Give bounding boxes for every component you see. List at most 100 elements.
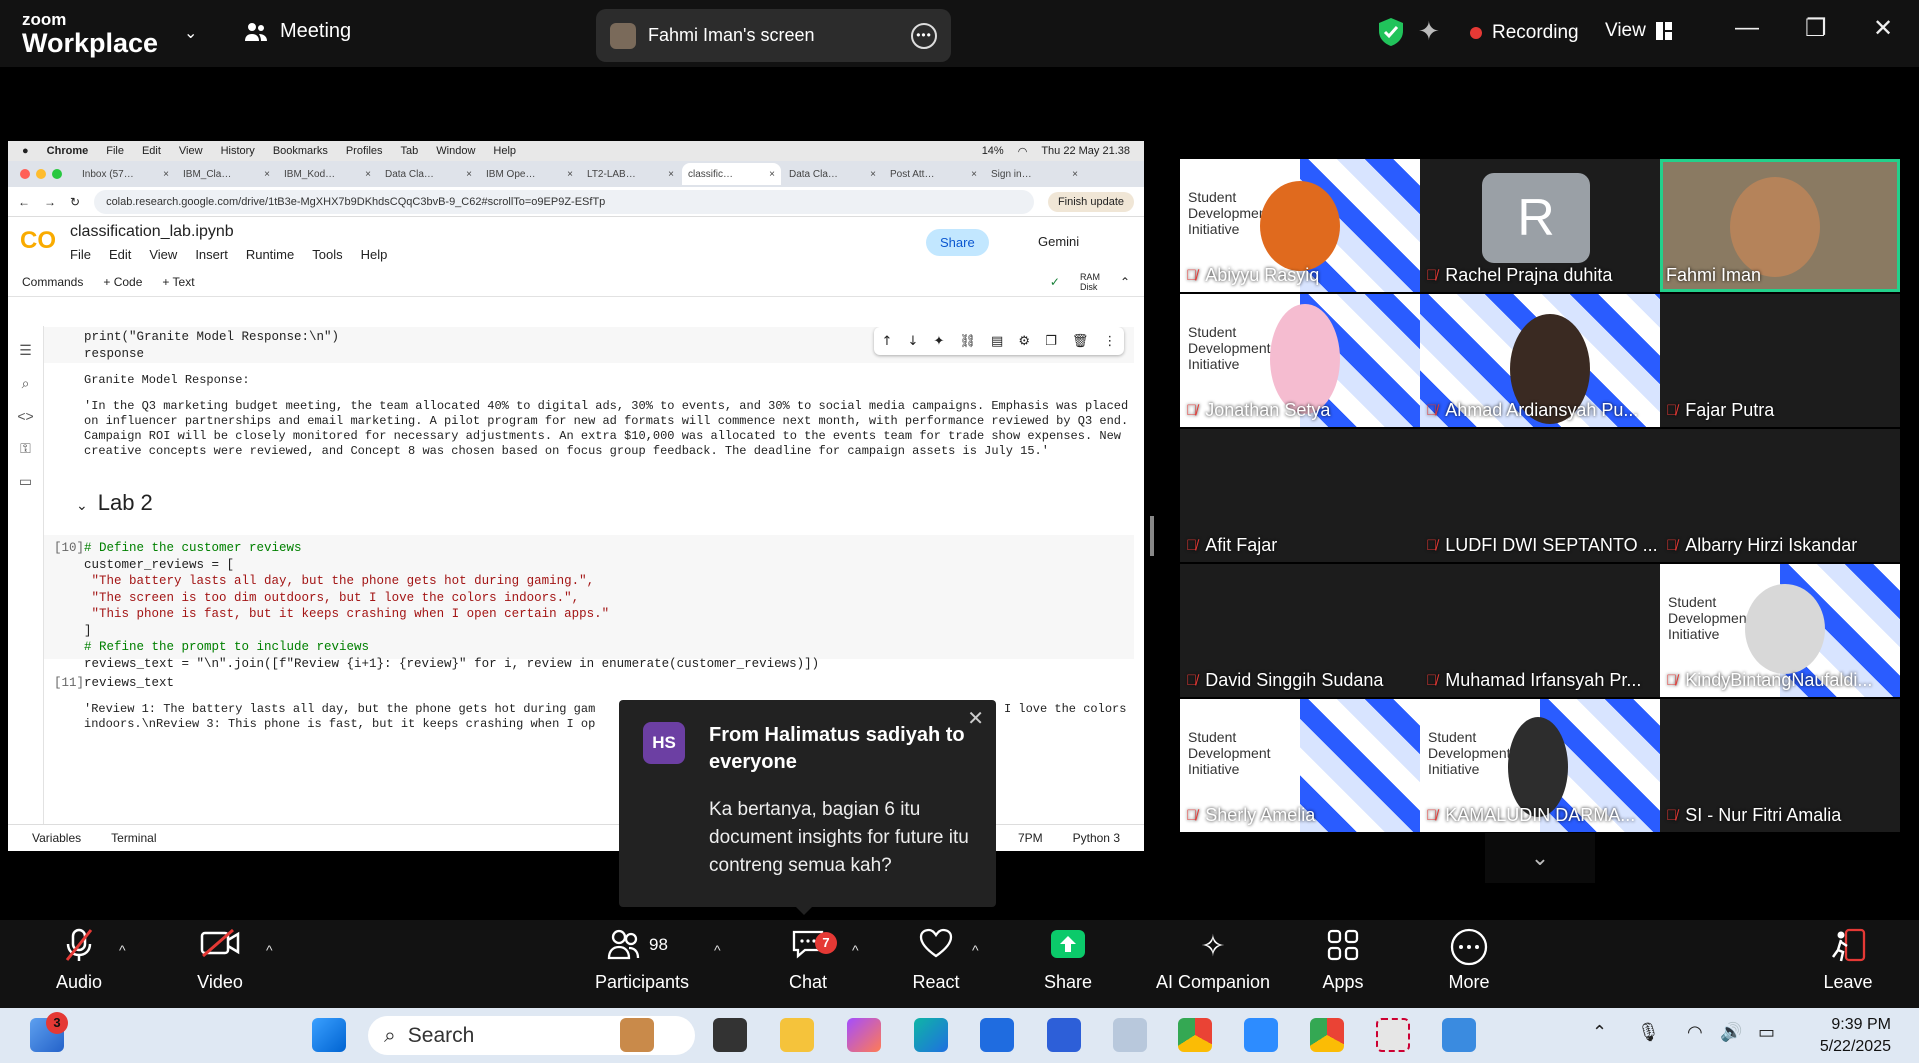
participants-options-caret-icon[interactable]: ^ [714,942,721,958]
mic-muted-icon: 🎙̸ [1186,402,1198,419]
video-options-caret-icon[interactable]: ^ [266,942,273,958]
apps-button[interactable]: Apps [1318,928,1368,993]
audio-button[interactable]: Audio [50,928,108,993]
battery-tray-icon[interactable]: ▭ [1758,1022,1775,1043]
mic-muted-icon: 🎙̸ [1666,672,1678,689]
participant-name: 🎙̸ LUDFI DWI SEPTANTO ... [1426,535,1658,556]
taskbar-clock[interactable]: 9:39 PM 5/22/2025 [1820,1014,1891,1058]
link-icon: ⛓ [959,333,976,349]
calculator-icon[interactable] [1113,1018,1147,1052]
colab-menu-item: File [70,247,91,262]
colab-menu-item: Runtime [245,247,295,262]
participant-tile[interactable]: 🎙̸ SI - Nur Fitri Amalia [1660,699,1900,832]
share-button[interactable]: Share [1043,928,1093,993]
volume-tray-icon[interactable]: 🔊 [1720,1022,1742,1043]
notification-message: Ka bertanya, bagian 6 itu document insig… [709,799,969,876]
view-button[interactable]: View [1605,20,1672,42]
tray-overflow-icon[interactable]: ⌃ [1592,1022,1607,1043]
name-label: David Singgih Sudana [1205,670,1384,690]
store-icon[interactable] [980,1018,1014,1052]
fox-avatar [1260,181,1340,271]
file-explorer-icon[interactable] [780,1018,814,1052]
participant-tile[interactable]: 🎙̸ Albarry Hirzi Iskandar [1660,429,1900,562]
windows-taskbar: 3 ⌕ Search ⌃ 🎙 ◠ 🔊 ▭ 9:39 PM 5/22/2025 [0,1008,1919,1063]
mic-tray-icon[interactable]: 🎙 [1637,1022,1660,1043]
copilot-icon[interactable] [847,1018,881,1052]
participant-name: 🎙̸ Sherly Amelia [1186,805,1315,826]
menu-window: Window [436,145,476,157]
chat-options-caret-icon[interactable]: ^ [852,942,859,958]
video-face [1730,177,1820,277]
leave-button[interactable]: Leave [1820,928,1876,993]
participant-tile[interactable]: Student Development Initiative 🎙̸ Sherly … [1180,699,1420,832]
chat-label: Chat [788,972,828,992]
vscode-icon[interactable] [1047,1018,1081,1052]
leave-label: Leave [1823,972,1873,992]
wifi-icon: ◠ [1017,145,1028,158]
participant-tile[interactable]: Student Development Initiative 🎙̸ Abiyyu … [1180,159,1420,292]
colab-menu-item: Tools [312,247,343,262]
participant-tile[interactable]: 🎙̸ Ahmad Ardiansyah Pu... [1420,294,1660,427]
video-button[interactable]: Video [190,928,250,993]
react-button[interactable]: React [910,928,962,993]
participant-tile[interactable]: Student Development Initiative 🎙̸ KindyBi… [1660,564,1900,697]
output-text: 'In the Q3 marketing budget meeting, the… [84,399,1129,458]
mic-muted-icon: 🎙̸ [1186,267,1198,284]
participant-tile[interactable]: 🎙̸ Afit Fajar [1180,429,1420,562]
close-icon[interactable]: ✕ [1873,14,1893,43]
participant-tile[interactable]: 🎙̸ Muhamad Irfansyah Pr... [1420,564,1660,697]
wifi-tray-icon[interactable]: ◠ [1687,1022,1703,1043]
participant-tile[interactable]: 🎙̸ David Singgih Sudana [1180,564,1420,697]
participant-name: Fahmi Iman [1666,265,1761,286]
shield-check-icon[interactable] [1378,17,1404,47]
photos-icon[interactable] [1442,1018,1476,1052]
collapse-icon: ⌃ [1119,274,1130,289]
audio-options-caret-icon[interactable]: ^ [119,942,126,958]
participant-tile[interactable]: R 🎙̸ Rachel Prajna duhita [1420,159,1660,292]
ai-companion-button[interactable]: ✧ AI Companion [1153,928,1273,993]
toast-tail [795,906,813,915]
apple-icon: ● [22,145,29,157]
name-label: Rachel Prajna duhita [1445,265,1613,285]
more-button[interactable]: More [1444,928,1494,993]
start-windows-icon[interactable] [312,1018,346,1052]
edge-browser-icon[interactable] [914,1018,948,1052]
participant-tile[interactable]: 🎙̸ LUDFI DWI SEPTANTO ... [1420,429,1660,562]
close-icon[interactable]: ✕ [967,706,984,731]
shared-screen-pill[interactable]: Fahmi Iman's screen ••• [596,9,951,62]
participant-tile[interactable]: 🎙̸ Fajar Putra [1660,294,1900,427]
chrome-toolbar: ← → ↻ colab.research.google.com/drive/1t… [8,187,1144,217]
meeting-menu[interactable]: Meeting [244,20,351,43]
brand-big: Workplace [22,28,159,58]
zoom-app-icon[interactable] [1244,1018,1278,1052]
more-options-icon[interactable]: ••• [911,22,937,49]
terminal-app-icon[interactable] [713,1018,747,1052]
gallery-scroll-down-icon[interactable]: ⌄ [1485,833,1595,883]
chevron-down-icon[interactable]: ⌄ [184,23,197,43]
chrome-profile-icon[interactable] [1310,1018,1344,1052]
settings-icon: ⚙ [1018,333,1031,349]
react-options-caret-icon[interactable]: ^ [972,942,979,958]
participant-tile-active-speaker[interactable]: Fahmi Iman [1660,159,1900,292]
tab-label: IBM_Kod… [284,168,336,180]
recording-indicator[interactable]: Recording [1470,22,1579,44]
output-line: indoors.\nReview 3: This phone is fast, … [84,717,596,731]
participant-name: 🎙̸ Muhamad Irfansyah Pr... [1426,670,1641,691]
battery-level: 14% [981,144,1004,157]
splitter-handle[interactable] [1150,516,1154,556]
snipping-tool-icon[interactable] [1376,1018,1410,1052]
colab-menu-item: Help [360,247,388,262]
minimize-icon[interactable]: — [1735,14,1759,42]
ai-sparkle-icon[interactable]: ✦ [1418,16,1440,47]
key-icon: ⚿ [20,440,31,456]
participants-button[interactable]: 98 Participants [590,928,694,993]
participant-tile[interactable]: Student Development Initiative 🎙̸ KAMALUD… [1420,699,1660,832]
video-off-icon [190,928,250,966]
chat-notification[interactable]: HS From Halimatus sadiyah to everyone Ka… [619,700,996,915]
tab-label: Data Cla… [385,168,434,180]
chrome-icon[interactable] [1178,1018,1212,1052]
participants-icon: 98 [590,928,694,966]
participant-tile[interactable]: Student Development Initiative 🎙̸ Jonatha… [1180,294,1420,427]
restore-icon[interactable]: ❐ [1805,14,1827,43]
name-label: Abiyyu Rasyiq [1205,265,1320,285]
